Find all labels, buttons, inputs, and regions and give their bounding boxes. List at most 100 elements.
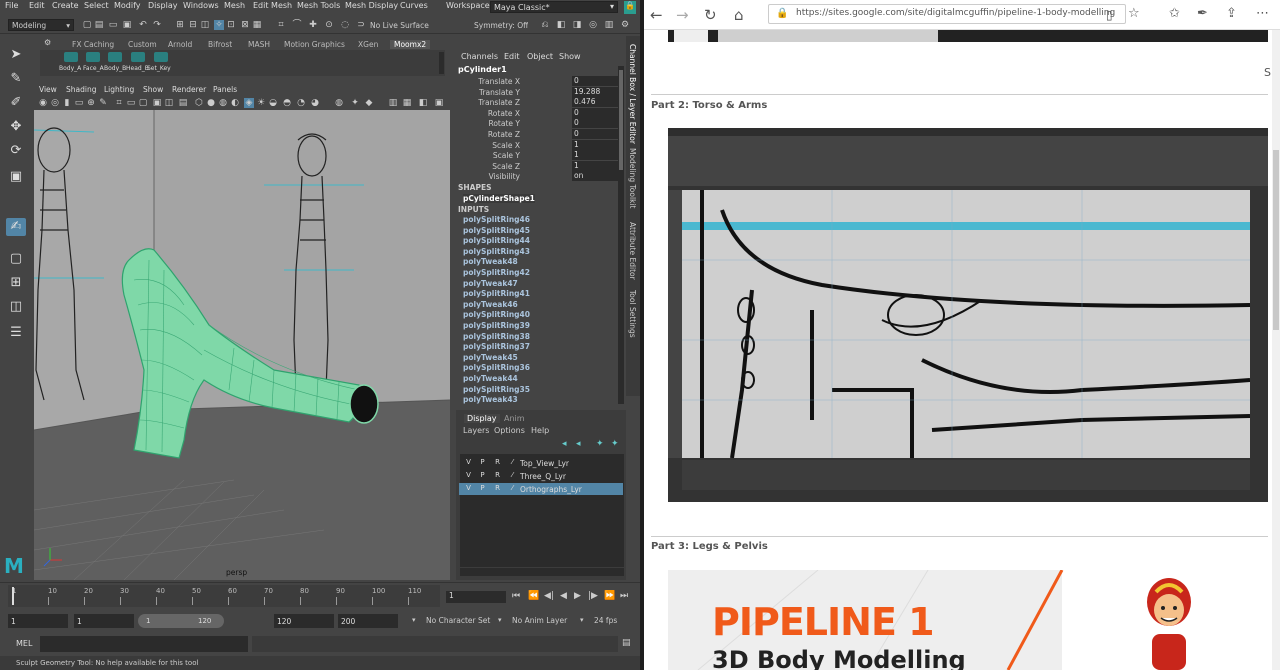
vp-menu-view[interactable]: View bbox=[39, 85, 57, 94]
chevron-down-icon[interactable]: ▾ bbox=[412, 616, 416, 624]
shelf-tab-motion-graphics[interactable]: Motion Graphics bbox=[284, 40, 345, 49]
exposure-icon[interactable]: ◧ bbox=[418, 98, 428, 108]
layer-color-icon[interactable]: ⁄ bbox=[507, 471, 518, 481]
time-slider[interactable]: 1 10 20 30 40 50 60 70 80 90 100 110 1 ⏮ ⏪ ◀| ◀ ▶ |… bbox=[0, 582, 640, 610]
page-scroll-thumb[interactable] bbox=[1273, 150, 1279, 330]
gear-icon[interactable]: ⚙ bbox=[44, 38, 51, 47]
menu-mesh-display[interactable]: Mesh Display bbox=[345, 1, 398, 10]
tab-tool-settings[interactable]: Tool Settings bbox=[628, 290, 637, 338]
input-node[interactable]: polySplitRing42 bbox=[463, 268, 530, 277]
move-layer-up-icon[interactable]: ◂ bbox=[562, 439, 567, 449]
new-layer-icon[interactable]: ✦ bbox=[596, 439, 604, 449]
step-forward-key-icon[interactable]: ⏩ bbox=[604, 591, 615, 601]
shelf-tab-moomx2[interactable]: Moomx2 bbox=[390, 40, 431, 49]
attribute-value[interactable]: 0 bbox=[572, 129, 618, 139]
smooth-shade-icon[interactable]: ● bbox=[206, 98, 216, 108]
attribute-row[interactable]: Translate Z 0.476 bbox=[458, 97, 618, 108]
layer-r-toggle[interactable]: R bbox=[492, 458, 503, 468]
current-frame-field[interactable]: 1 bbox=[446, 591, 506, 603]
four-view-icon[interactable]: ⊞ bbox=[6, 274, 26, 292]
shadows-icon[interactable]: ◒ bbox=[268, 98, 278, 108]
animation-start-field[interactable]: 1 bbox=[8, 614, 68, 628]
sculpt-tool-icon[interactable]: ✍ bbox=[6, 218, 26, 236]
redo-icon[interactable]: ↷ bbox=[152, 20, 162, 30]
folder-icon[interactable]: ▭ bbox=[108, 20, 118, 30]
face-a-shelf-icon[interactable] bbox=[86, 52, 100, 62]
two-view-icon[interactable]: ◫ bbox=[6, 298, 26, 316]
new-scene-icon[interactable]: ▢ bbox=[82, 20, 92, 30]
vp-menu-panels[interactable]: Panels bbox=[213, 85, 237, 94]
anim-layer-dropdown[interactable]: No Anim Layer bbox=[512, 616, 567, 625]
snap-grid-icon[interactable]: ⌗ bbox=[276, 20, 286, 30]
resolution-gate-icon[interactable]: ▢ bbox=[138, 98, 148, 108]
layer-name[interactable]: Orthographs_Lyr bbox=[520, 485, 582, 494]
magnet-icon[interactable]: ⊃ bbox=[356, 20, 366, 30]
panel-layout-icon[interactable]: ▥ bbox=[388, 98, 398, 108]
mask-icon[interactable]: ⊡ bbox=[226, 20, 236, 30]
attribute-row[interactable]: Translate X 0 bbox=[458, 76, 618, 86]
grid-icon[interactable]: ⌗ bbox=[114, 98, 124, 108]
workspace-dropdown[interactable]: Maya Classic* ▾ bbox=[490, 1, 618, 13]
step-forward-frame-icon[interactable]: |▶ bbox=[588, 591, 598, 601]
chevron-down-icon[interactable]: ▾ bbox=[498, 616, 502, 624]
menu-edit[interactable]: Edit bbox=[29, 1, 45, 10]
tab-modeling-toolkit[interactable]: Modeling Toolkit bbox=[628, 148, 637, 208]
move-layer-down-icon[interactable]: ◂ bbox=[576, 439, 581, 449]
menu-modify[interactable]: Modify bbox=[114, 1, 141, 10]
play-forward-icon[interactable]: ▶ bbox=[574, 591, 581, 601]
go-to-end-icon[interactable]: ⏭ bbox=[620, 591, 628, 601]
lights-icon[interactable]: ☀ bbox=[256, 98, 266, 108]
new-layer-selected-icon[interactable]: ✦ bbox=[611, 439, 619, 449]
snap-view-icon[interactable]: ⊙ bbox=[324, 20, 334, 30]
tab-attribute-editor[interactable]: Attribute Editor bbox=[628, 222, 637, 280]
input-node[interactable]: polySplitRing40 bbox=[463, 310, 530, 319]
isolate-icon[interactable]: ◍ bbox=[334, 98, 344, 108]
cb-menu-channels[interactable]: Channels bbox=[461, 52, 498, 61]
image-plane-icon[interactable]: ▭ bbox=[74, 98, 84, 108]
save-icon[interactable]: ▣ bbox=[122, 20, 132, 30]
shelf-tab-custom[interactable]: Custom bbox=[128, 40, 157, 49]
attribute-row[interactable]: Translate Y 19.288 bbox=[458, 86, 618, 97]
time-cursor[interactable] bbox=[12, 587, 14, 605]
snap-point-icon[interactable]: ✚ bbox=[308, 20, 318, 30]
live-surface-label[interactable]: No Live Surface bbox=[370, 21, 429, 30]
input-node[interactable]: polySplitRing35 bbox=[463, 385, 530, 394]
menu-mesh[interactable]: Mesh bbox=[224, 1, 245, 10]
ao-icon[interactable]: ◓ bbox=[282, 98, 292, 108]
menu-display[interactable]: Display bbox=[148, 1, 178, 10]
input-node[interactable]: polyTweak46 bbox=[463, 300, 518, 309]
undo-icon[interactable]: ↶ bbox=[138, 20, 148, 30]
grease-pencil-icon[interactable]: ✎ bbox=[98, 98, 108, 108]
input-node[interactable]: polySplitRing39 bbox=[463, 321, 530, 330]
settings-icon[interactable]: ⚙ bbox=[620, 20, 630, 30]
input-node[interactable]: polySplitRing37 bbox=[463, 342, 530, 351]
film-gate-icon[interactable]: ▭ bbox=[126, 98, 136, 108]
cb-menu-object[interactable]: Object bbox=[527, 52, 553, 61]
layer-name[interactable]: Top_View_Lyr bbox=[520, 459, 569, 468]
layer-v-toggle[interactable]: V bbox=[463, 484, 474, 494]
history-icon[interactable]: ⎌ bbox=[540, 20, 550, 30]
vp-menu-lighting[interactable]: Lighting bbox=[104, 85, 134, 94]
render-view-icon[interactable]: ◨ bbox=[572, 20, 582, 30]
viewport-persp[interactable]: persp bbox=[34, 110, 450, 580]
cb-menu-edit[interactable]: Edit bbox=[504, 52, 520, 61]
attribute-row[interactable]: Visibility on bbox=[458, 171, 618, 182]
attribute-value[interactable]: 1 bbox=[572, 150, 618, 161]
input-node[interactable]: polyTweak45 bbox=[463, 353, 518, 362]
go-to-start-icon[interactable]: ⏮ bbox=[512, 591, 520, 601]
playback-start-field[interactable]: 1 bbox=[74, 614, 134, 628]
attribute-value[interactable]: 0.476 bbox=[572, 97, 618, 108]
dof-icon[interactable]: ◕ bbox=[310, 98, 320, 108]
shelf-tab-xgen[interactable]: XGen bbox=[358, 40, 378, 49]
layer-row[interactable]: V P R ⁄ Orthographs_Lyr bbox=[459, 483, 623, 495]
camera-attr-icon[interactable]: ◎ bbox=[50, 98, 60, 108]
field-chart-icon[interactable]: ◫ bbox=[164, 98, 174, 108]
layer-v-toggle[interactable]: V bbox=[463, 458, 474, 468]
select-object-icon[interactable]: ⊟ bbox=[188, 20, 198, 30]
menu-create[interactable]: Create bbox=[52, 1, 79, 10]
render-icon[interactable]: ◧ bbox=[556, 20, 566, 30]
layer-row[interactable]: V P R ⁄ Top_View_Lyr bbox=[459, 457, 623, 469]
xray-icon[interactable]: ◈ bbox=[244, 98, 254, 108]
symmetry-label[interactable]: Symmetry: Off bbox=[474, 21, 528, 30]
attribute-value[interactable]: 1 bbox=[572, 160, 618, 171]
